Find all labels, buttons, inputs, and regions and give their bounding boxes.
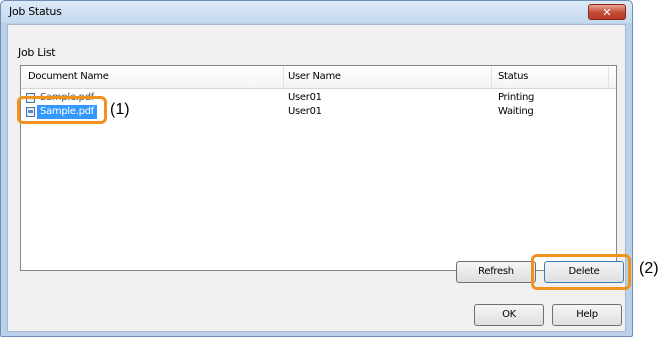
close-button[interactable]: ✕ xyxy=(588,4,626,20)
status-cell: Waiting xyxy=(498,106,534,117)
user-name-cell: User01 xyxy=(288,106,322,117)
column-separator[interactable] xyxy=(608,66,609,88)
refresh-button[interactable]: Refresh xyxy=(456,261,536,283)
highlight-delete-button xyxy=(531,254,631,290)
window-title: Job Status xyxy=(9,5,62,18)
close-icon: ✕ xyxy=(602,6,612,19)
help-button[interactable]: Help xyxy=(552,304,622,326)
column-separator[interactable] xyxy=(491,66,492,88)
list-header: Document Name User Name Status xyxy=(21,66,616,89)
status-cell: Printing xyxy=(498,92,535,103)
callout-1: (1) xyxy=(110,101,130,118)
title-bar[interactable]: Job Status ✕ xyxy=(1,1,632,23)
job-list-label: Job List xyxy=(18,46,56,59)
column-header-user-name[interactable]: User Name xyxy=(288,71,341,82)
highlight-selected-job xyxy=(17,96,107,124)
column-header-document-name[interactable]: Document Name xyxy=(28,71,109,82)
ok-button[interactable]: OK xyxy=(474,304,544,326)
callout-2: (2) xyxy=(639,260,659,277)
column-header-status[interactable]: Status xyxy=(498,71,528,82)
column-separator[interactable] xyxy=(283,66,284,88)
user-name-cell: User01 xyxy=(288,92,322,103)
job-list[interactable]: Document Name User Name Status Sample.pd… xyxy=(20,65,617,271)
